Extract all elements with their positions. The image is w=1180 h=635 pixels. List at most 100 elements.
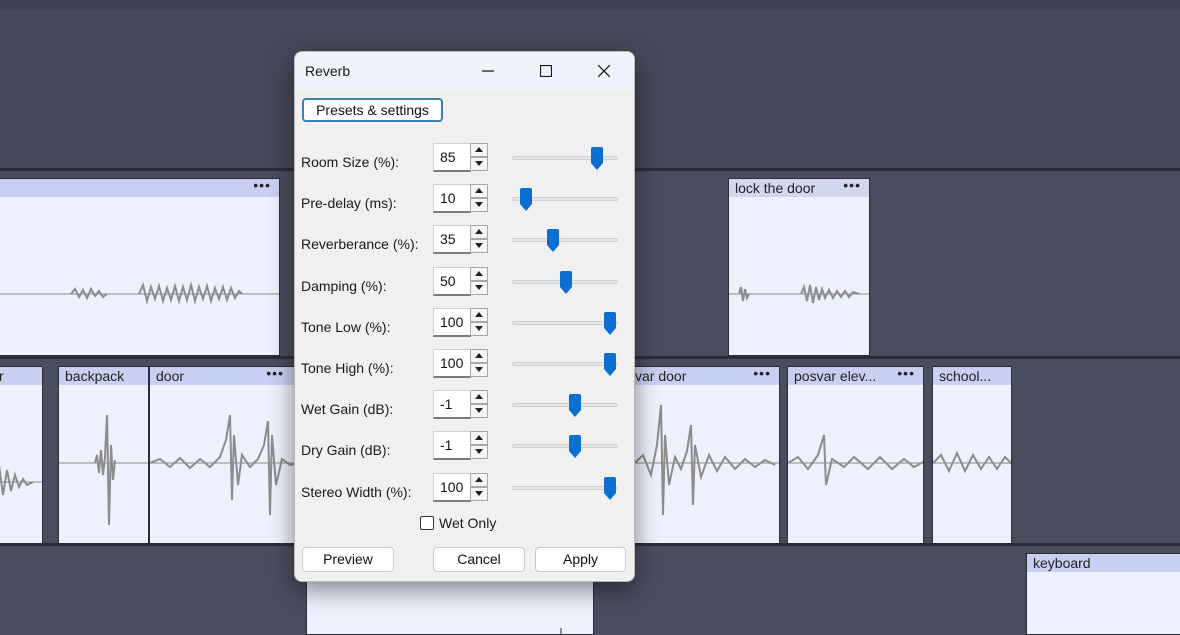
clip-header[interactable]: keyboard — [1027, 554, 1180, 572]
decrement-button[interactable] — [470, 157, 488, 171]
clip-menu-icon[interactable]: ••• — [753, 367, 771, 381]
clip-menu-icon[interactable]: ••• — [897, 367, 915, 381]
increment-button[interactable] — [470, 266, 488, 281]
checkbox-box[interactable] — [420, 516, 434, 530]
decrement-button[interactable] — [470, 486, 488, 501]
increment-button[interactable] — [470, 390, 488, 405]
slider-thumb[interactable] — [603, 353, 617, 377]
clip-header[interactable]: door ••• — [150, 367, 296, 385]
clip-header[interactable]: ••• — [0, 179, 279, 197]
waveform — [0, 281, 279, 305]
clip-header[interactable]: school... — [933, 367, 1011, 385]
presets-settings-button[interactable]: Presets & settings — [302, 98, 443, 122]
apply-button[interactable]: Apply — [535, 547, 626, 572]
increment-button[interactable] — [470, 349, 488, 363]
param-spinner[interactable]: 10 — [433, 184, 489, 215]
increment-button[interactable] — [470, 143, 488, 157]
param-slider[interactable] — [512, 188, 618, 212]
audio-clip[interactable]: lock the door ••• — [728, 178, 870, 356]
param-spinner[interactable]: 50 — [433, 266, 489, 298]
param-row: Damping (%): 50 — [295, 266, 634, 307]
param-slider[interactable] — [512, 270, 618, 295]
slider-thumb[interactable] — [559, 270, 573, 295]
decrement-button[interactable] — [470, 280, 488, 295]
slider-thumb[interactable] — [568, 435, 582, 459]
clip-name: keyboard — [1033, 555, 1091, 571]
param-slider[interactable] — [512, 311, 618, 336]
param-spinner[interactable]: 100 — [433, 349, 489, 380]
slider-thumb[interactable] — [590, 147, 604, 171]
param-slider[interactable] — [512, 353, 618, 377]
param-slider[interactable] — [512, 435, 618, 459]
increment-button[interactable] — [470, 307, 488, 322]
param-slider[interactable] — [512, 229, 618, 253]
decrement-button[interactable] — [470, 404, 488, 419]
param-spinner[interactable]: -1 — [433, 390, 489, 421]
param-spinner[interactable]: 100 — [433, 307, 489, 339]
title-bar[interactable]: Reverb — [295, 52, 634, 90]
slider-thumb[interactable] — [603, 311, 617, 336]
clip-menu-icon[interactable]: ••• — [266, 367, 284, 381]
clip-name: backpack — [65, 368, 125, 384]
clip-name: r — [0, 368, 4, 384]
decrement-button[interactable] — [470, 363, 488, 377]
param-value-input[interactable]: 85 — [433, 143, 471, 172]
param-value-input[interactable]: 100 — [433, 349, 471, 378]
param-value-input[interactable]: 10 — [433, 184, 471, 214]
maximize-button[interactable] — [523, 52, 569, 90]
slider-track[interactable] — [512, 444, 618, 449]
slider-thumb[interactable] — [546, 229, 560, 253]
cancel-button[interactable]: Cancel — [433, 547, 525, 572]
clip-name: door — [156, 368, 185, 384]
param-value-input[interactable]: 50 — [433, 266, 471, 296]
clip-header[interactable]: lock the door ••• — [729, 179, 869, 197]
audio-clip[interactable]: school... — [932, 366, 1012, 544]
param-row: Tone High (%): 100 — [295, 348, 634, 389]
audio-clip[interactable] — [306, 575, 594, 635]
param-value-input[interactable]: -1 — [433, 431, 471, 461]
slider-track[interactable] — [512, 238, 618, 243]
decrement-button[interactable] — [470, 198, 488, 213]
minimize-button[interactable] — [465, 52, 511, 90]
param-spinner[interactable]: 85 — [433, 143, 489, 174]
param-value-input[interactable]: 35 — [433, 225, 471, 255]
clip-header[interactable]: backpack — [59, 367, 148, 385]
clip-menu-icon[interactable]: ••• — [843, 179, 861, 193]
increment-button[interactable] — [470, 184, 488, 199]
slider-thumb[interactable] — [603, 476, 617, 501]
param-spinner[interactable]: -1 — [433, 431, 489, 462]
param-slider[interactable] — [512, 147, 618, 171]
param-slider[interactable] — [512, 476, 618, 501]
clip-header[interactable]: posvar elev... ••• — [788, 367, 923, 385]
decrement-button[interactable] — [470, 239, 488, 254]
slider-track[interactable] — [512, 403, 618, 408]
minimize-icon — [482, 70, 494, 72]
increment-button[interactable] — [470, 431, 488, 446]
close-button[interactable] — [581, 52, 627, 90]
audio-clip[interactable]: posvar elev... ••• — [787, 366, 924, 544]
audio-clip[interactable]: ••• — [0, 178, 280, 356]
param-row: Dry Gain (dB): -1 — [295, 430, 634, 471]
param-spinner[interactable]: 100 — [433, 472, 489, 504]
wet-only-label: Wet Only — [439, 515, 497, 531]
param-slider[interactable] — [512, 394, 618, 418]
param-spinner[interactable]: 35 — [433, 225, 489, 256]
param-row: Stereo Width (%): 100 — [295, 472, 634, 513]
audio-clip[interactable]: r — [0, 366, 43, 544]
clip-header[interactable]: r — [0, 367, 42, 385]
decrement-button[interactable] — [470, 321, 488, 336]
audio-clip[interactable]: door ••• — [149, 366, 297, 544]
param-value-input[interactable]: 100 — [433, 307, 471, 337]
increment-button[interactable] — [470, 225, 488, 240]
audio-clip[interactable]: backpack — [58, 366, 149, 544]
slider-thumb[interactable] — [568, 394, 582, 418]
preview-button[interactable]: Preview — [302, 547, 394, 572]
slider-thumb[interactable] — [519, 188, 533, 212]
decrement-button[interactable] — [470, 445, 488, 460]
param-value-input[interactable]: 100 — [433, 472, 471, 502]
param-label: Room Size (%): — [301, 154, 400, 170]
increment-button[interactable] — [470, 472, 488, 487]
audio-clip[interactable]: keyboard — [1026, 553, 1180, 635]
param-value-input[interactable]: -1 — [433, 390, 471, 420]
clip-menu-icon[interactable]: ••• — [253, 179, 271, 193]
